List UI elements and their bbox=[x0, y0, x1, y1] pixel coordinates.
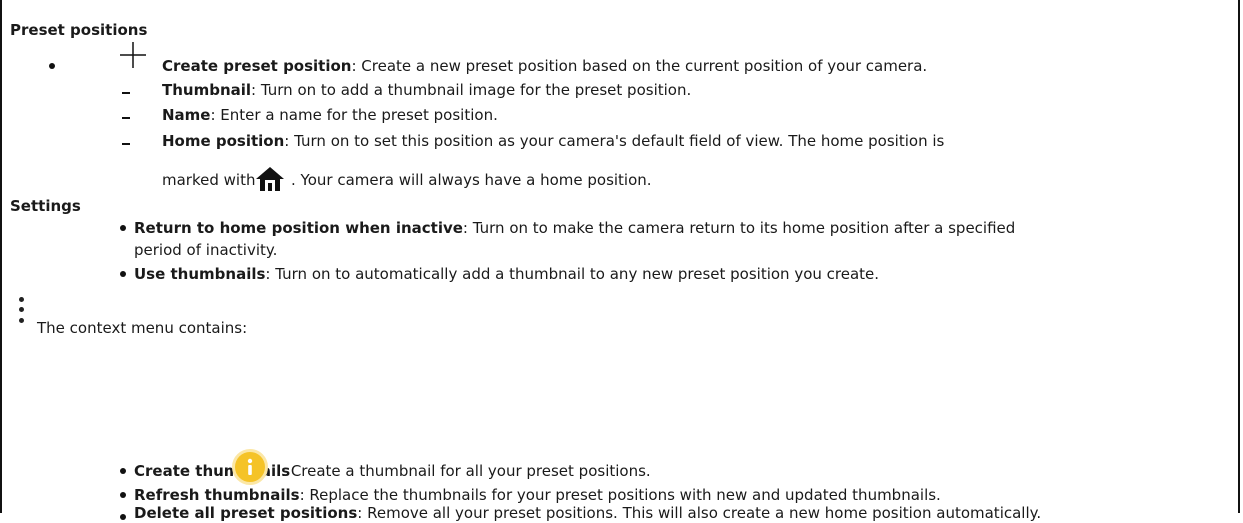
return-home-item: Return to home position when inactive: T… bbox=[134, 219, 1016, 237]
list-bullet bbox=[120, 468, 126, 474]
dash-marker bbox=[122, 117, 130, 119]
list-bullet bbox=[120, 225, 126, 231]
settings-heading: Settings bbox=[10, 197, 81, 215]
home-position-cont-after: . Your camera will always have a home po… bbox=[291, 171, 652, 189]
dash-marker bbox=[122, 143, 130, 145]
create-thumbnails-desc: : Create a thumbnail for all your preset… bbox=[281, 462, 651, 480]
use-thumbnails-item: Use thumbnails: Turn on to automatically… bbox=[134, 265, 880, 283]
delete-presets-item: Delete all preset positions: Remove all … bbox=[134, 504, 1042, 522]
return-home-item-cont: period of inactivity. bbox=[134, 241, 278, 259]
list-bullet bbox=[120, 492, 126, 498]
name-item: Name: Enter a name for the preset positi… bbox=[162, 106, 498, 124]
create-preset-desc: : Create a new preset position based on … bbox=[351, 57, 928, 75]
create-preset-label: Create preset position bbox=[162, 57, 352, 75]
context-menu-intro: The context menu contains: bbox=[37, 319, 248, 337]
home-position-cont-before: marked with bbox=[162, 171, 256, 189]
thumbnail-item: Thumbnail: Turn on to add a thumbnail im… bbox=[162, 81, 692, 99]
list-bullet bbox=[49, 63, 55, 69]
plus-icon bbox=[120, 42, 146, 68]
refresh-thumbnails-item: Refresh thumbnails: Replace the thumbnai… bbox=[134, 486, 941, 504]
create-preset-line: Create preset position: Create a new pre… bbox=[162, 56, 927, 76]
dash-marker bbox=[122, 92, 130, 94]
home-position-item: Home position: Turn on to set this posit… bbox=[162, 132, 945, 150]
info-icon bbox=[232, 449, 268, 485]
list-bullet bbox=[120, 271, 126, 277]
home-icon bbox=[256, 167, 284, 191]
list-bullet bbox=[120, 514, 126, 520]
preset-positions-heading: Preset positions bbox=[10, 21, 148, 39]
